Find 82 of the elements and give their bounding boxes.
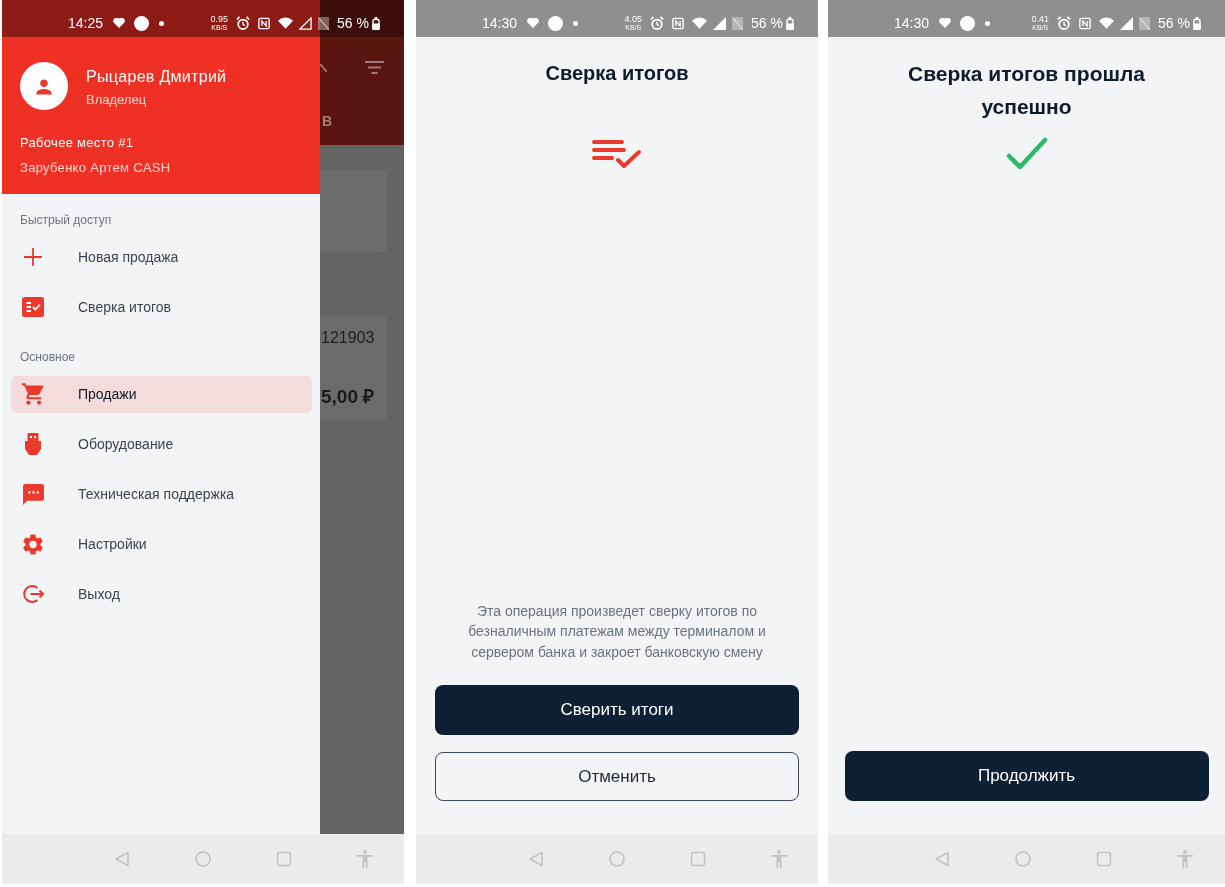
action-button[interactable]: Сверить итоги xyxy=(435,685,799,735)
action-button[interactable]: Отменить xyxy=(435,752,799,801)
net-speed-text: 4.05 xyxy=(624,15,643,24)
battery-text: 56 % xyxy=(337,15,369,31)
battery-text: 56 % xyxy=(751,15,783,31)
order-number: 121903 xyxy=(321,329,375,347)
nfc-icon xyxy=(258,16,271,30)
slash-icon xyxy=(320,63,327,72)
clock-text: 14:25 xyxy=(68,15,104,31)
cart-icon xyxy=(22,383,44,405)
alarm-icon xyxy=(236,16,251,30)
menu-item[interactable]: Продажи xyxy=(11,375,312,413)
no-sim-icon xyxy=(732,16,744,30)
battery-text: 56 % xyxy=(1158,15,1190,31)
heart-icon xyxy=(113,18,126,28)
menu-item[interactable]: Новая продажа xyxy=(11,238,312,276)
clock-text: 14:30 xyxy=(894,15,930,31)
list-check-icon xyxy=(592,140,642,170)
settings-icon xyxy=(23,533,43,555)
screen-title: Сверка итогов прошла успешно xyxy=(907,61,1146,120)
avatar-icon xyxy=(20,62,68,110)
heart-icon xyxy=(939,18,952,28)
recents-icon[interactable] xyxy=(690,851,706,867)
signal-icon xyxy=(1120,16,1134,30)
cashier-text: Зарубенко Артем CASH xyxy=(20,159,171,177)
menu-item[interactable]: Выход xyxy=(11,575,312,613)
plus-icon xyxy=(24,248,42,266)
check-icon xyxy=(1005,137,1048,170)
user-name: Рыцарев Дмитрий xyxy=(86,67,227,87)
accessibility-icon[interactable] xyxy=(771,850,787,868)
dot-icon xyxy=(985,20,991,26)
recents-icon[interactable] xyxy=(276,851,292,867)
logout-icon xyxy=(22,584,44,604)
signal-icon xyxy=(713,16,727,30)
back-icon[interactable] xyxy=(114,851,130,867)
accessibility-icon[interactable] xyxy=(357,850,373,868)
home-icon[interactable] xyxy=(1015,851,1031,867)
workplace-text: Рабочее место #1 xyxy=(20,134,134,152)
net-speed-text: 0.41 xyxy=(1031,15,1050,24)
nfc-icon xyxy=(672,16,685,30)
circle-icon xyxy=(960,15,976,31)
signal-icon xyxy=(299,16,313,30)
home-icon[interactable] xyxy=(609,851,625,867)
usb-drive-icon xyxy=(25,433,41,455)
wifi-icon xyxy=(692,17,708,29)
dot-icon xyxy=(573,20,579,26)
menu-item[interactable]: Оборудование xyxy=(11,425,312,463)
no-sim-icon xyxy=(318,16,330,30)
battery-icon xyxy=(372,16,380,30)
menu-item[interactable]: Техническая поддержка xyxy=(11,475,312,513)
recents-icon[interactable] xyxy=(1096,851,1112,867)
wifi-icon xyxy=(1099,17,1115,29)
battery-icon xyxy=(786,16,794,30)
wifi-icon xyxy=(278,17,294,29)
description-text: Эта операция произведет сверку итогов по безналичным платежам между терминалом и сервером банка и закроет банковскую смену xyxy=(467,601,767,662)
accessibility-icon[interactable] xyxy=(1177,850,1193,868)
no-sim-icon xyxy=(1139,16,1151,30)
tab-label: В xyxy=(321,113,333,129)
filter-icon xyxy=(365,61,384,74)
clock-text: 14:30 xyxy=(482,15,518,31)
back-icon[interactable] xyxy=(934,851,950,867)
chat-icon xyxy=(22,483,44,505)
section-title: Быстрый доступ xyxy=(20,212,112,228)
action-button[interactable]: Продолжить xyxy=(844,751,1209,801)
home-icon[interactable] xyxy=(195,851,211,867)
dot-icon xyxy=(159,20,165,26)
nfc-icon xyxy=(1079,16,1092,30)
section-title: Основное xyxy=(20,349,75,365)
heart-icon xyxy=(527,18,540,28)
circle-icon xyxy=(134,15,150,31)
alarm-icon xyxy=(1057,16,1072,30)
menu-item[interactable]: Сверка итогов xyxy=(11,288,312,326)
screen-title: Сверка итогов xyxy=(545,61,689,86)
net-speed-text: 0.95 xyxy=(210,15,229,24)
menu-item[interactable]: Настройки xyxy=(11,525,312,563)
checklist-icon xyxy=(22,297,44,317)
alarm-icon xyxy=(650,16,665,30)
amount-text: 5,00 ₽ xyxy=(321,385,375,409)
circle-icon xyxy=(548,15,564,31)
user-role: Владелец xyxy=(86,91,147,109)
back-icon[interactable] xyxy=(528,851,544,867)
battery-icon xyxy=(1193,16,1201,30)
